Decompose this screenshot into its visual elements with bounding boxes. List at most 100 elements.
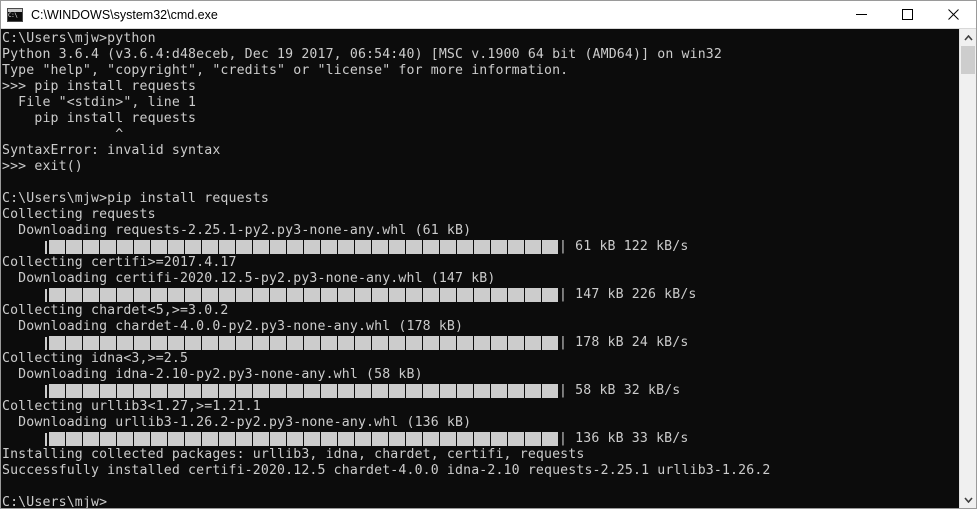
progress-block <box>66 384 82 398</box>
progress-block <box>304 432 320 446</box>
console-line: Collecting idna<3,>=2.5 <box>2 351 189 366</box>
progress-block <box>219 240 235 254</box>
progress-block <box>304 288 320 302</box>
progress-block <box>49 384 65 398</box>
progress-block <box>372 384 388 398</box>
progress-block <box>134 384 150 398</box>
progress-block <box>355 288 371 302</box>
progress-block <box>508 240 524 254</box>
progress-block <box>423 288 439 302</box>
progress-block <box>457 432 473 446</box>
progress-bar-start-pipe <box>44 240 48 254</box>
progress-bar-start-pipe <box>44 384 48 398</box>
maximize-button[interactable] <box>884 2 930 28</box>
progress-bar-fill <box>49 288 559 302</box>
progress-block <box>49 288 65 302</box>
progress-block <box>100 240 116 254</box>
progress-block <box>321 336 337 350</box>
progress-block <box>219 432 235 446</box>
download-progress-bar: | 147 kB 226 kB/s <box>2 287 959 303</box>
progress-block <box>66 336 82 350</box>
progress-block <box>355 432 371 446</box>
progress-block <box>457 336 473 350</box>
progress-block <box>440 336 456 350</box>
progress-block <box>423 384 439 398</box>
progress-block <box>474 336 490 350</box>
console-scrollbar[interactable] <box>959 29 976 508</box>
progress-block <box>372 288 388 302</box>
progress-block <box>406 288 422 302</box>
progress-block <box>474 432 490 446</box>
progress-block <box>117 288 133 302</box>
progress-block <box>185 240 201 254</box>
download-progress-bar: | 136 kB 33 kB/s <box>2 431 959 447</box>
progress-block <box>100 384 116 398</box>
progress-block <box>491 336 507 350</box>
progress-block <box>372 336 388 350</box>
progress-block <box>202 288 218 302</box>
progress-block <box>117 432 133 446</box>
progress-block <box>100 432 116 446</box>
progress-block <box>508 288 524 302</box>
progress-bar-track: | 58 kB 32 kB/s <box>44 383 680 399</box>
progress-block <box>66 288 82 302</box>
progress-block <box>219 288 235 302</box>
progress-bar-track: | 147 kB 226 kB/s <box>44 287 697 303</box>
progress-block <box>287 384 303 398</box>
console-line: SyntaxError: invalid syntax <box>2 143 221 158</box>
title-bar[interactable]: C:\ C:\WINDOWS\system32\cmd.exe <box>1 1 976 29</box>
scroll-up-arrow[interactable] <box>960 29 976 46</box>
progress-block <box>100 288 116 302</box>
console-line: File "<stdin>", line 1 <box>2 95 197 110</box>
progress-bar-start-pipe <box>44 336 48 350</box>
window-title: C:\WINDOWS\system32\cmd.exe <box>31 7 218 22</box>
progress-block <box>542 240 558 254</box>
progress-block <box>49 336 65 350</box>
progress-status-text: | 61 kB 122 kB/s <box>559 239 689 254</box>
console-line: C:\Users\mjw>pip install requests <box>2 191 269 206</box>
progress-block <box>457 240 473 254</box>
progress-status-text: | 178 kB 24 kB/s <box>559 335 689 350</box>
progress-bar-fill <box>49 384 559 398</box>
progress-block <box>83 432 99 446</box>
scrollbar-thumb[interactable] <box>961 46 975 74</box>
progress-block <box>168 288 184 302</box>
minimize-button[interactable] <box>838 2 884 28</box>
progress-block <box>355 240 371 254</box>
console-line: Collecting certifi>=2017.4.17 <box>2 255 237 270</box>
maximize-icon <box>901 9 913 20</box>
progress-block <box>338 384 354 398</box>
progress-block <box>389 384 405 398</box>
progress-bar-fill <box>49 432 559 446</box>
scroll-down-arrow[interactable] <box>960 491 976 508</box>
progress-block <box>474 288 490 302</box>
console-line: Downloading certifi-2020.12.5-py2.py3-no… <box>2 271 496 286</box>
progress-block <box>525 384 541 398</box>
progress-block <box>134 432 150 446</box>
progress-block <box>406 240 422 254</box>
progress-block <box>236 288 252 302</box>
progress-bar-track: | 136 kB 33 kB/s <box>44 431 688 447</box>
cmd-console-icon: C:\ <box>7 7 23 23</box>
progress-block <box>372 240 388 254</box>
progress-block <box>542 288 558 302</box>
progress-block <box>253 336 269 350</box>
progress-block <box>49 432 65 446</box>
progress-block <box>440 384 456 398</box>
progress-block <box>440 240 456 254</box>
progress-bar-track: | 178 kB 24 kB/s <box>44 335 688 351</box>
progress-block <box>355 384 371 398</box>
progress-block <box>525 288 541 302</box>
progress-block <box>270 288 286 302</box>
progress-bar-fill <box>49 240 559 254</box>
progress-block <box>542 384 558 398</box>
progress-block <box>525 240 541 254</box>
progress-block <box>117 384 133 398</box>
progress-block <box>457 384 473 398</box>
progress-block <box>49 240 65 254</box>
scrollbar-track[interactable] <box>960 46 976 491</box>
progress-block <box>389 288 405 302</box>
console-output[interactable]: C:\Users\mjw>python Python 3.6.4 (v3.6.4:… <box>1 29 959 508</box>
progress-block <box>321 432 337 446</box>
close-button[interactable] <box>930 2 976 28</box>
